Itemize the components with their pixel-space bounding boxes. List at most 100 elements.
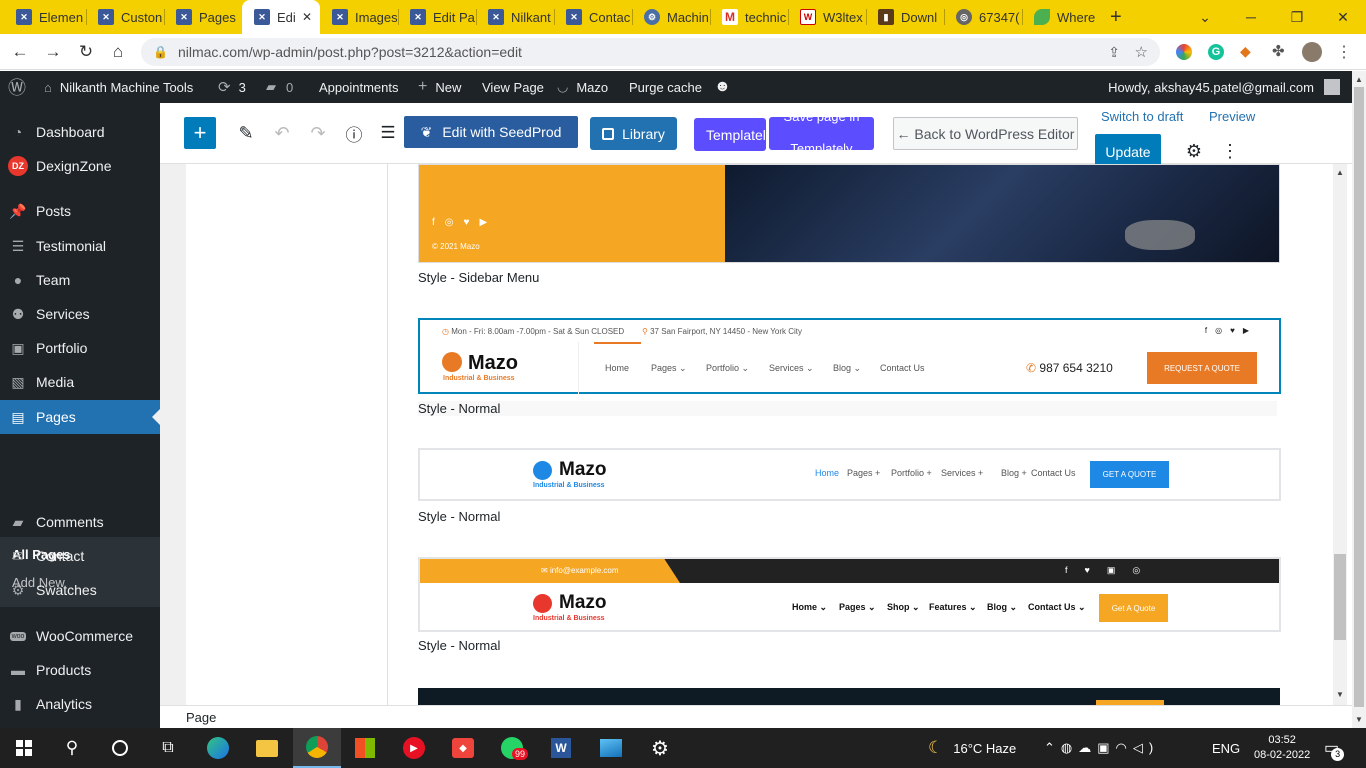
save-page-templately-button[interactable]: Save page in Templately <box>769 117 874 150</box>
share-icon[interactable]: ⇪ <box>1108 44 1120 61</box>
edit-pencil-icon[interactable]: ✎ <box>230 117 262 149</box>
header-preview-normal-3[interactable]: ✉ info@example.com f♥▣◎ Mazo Industrial … <box>418 557 1281 632</box>
scrollbar-thumb[interactable] <box>1354 87 1364 707</box>
appointments-link[interactable]: Appointments <box>319 71 399 103</box>
scrollbar-thumb[interactable] <box>1334 554 1346 640</box>
browser-tab[interactable]: Where <box>1022 0 1100 34</box>
info-icon[interactable]: ⓘ <box>338 117 370 149</box>
library-button[interactable]: Library <box>590 117 677 150</box>
anydesk-icon[interactable]: ◆ <box>439 728 487 768</box>
back-arrow-icon[interactable]: ← <box>4 34 36 70</box>
mazo-link[interactable]: ◡ Mazo <box>557 71 608 103</box>
sidebar-item-portfolio[interactable]: ▣ Portfolio <box>0 331 160 365</box>
header-preview-dark[interactable] <box>418 688 1280 705</box>
extension-color-icon[interactable] <box>1176 44 1192 60</box>
header-preview-sidebar-menu[interactable]: f◎♥▶ © 2021 Mazo <box>418 164 1280 263</box>
header-preview-normal-2[interactable]: Mazo Industrial & Business Home Pages + … <box>418 448 1281 501</box>
media-player-icon[interactable]: ▶ <box>390 728 438 768</box>
scroll-up-arrow-icon[interactable]: ▲ <box>1355 75 1363 84</box>
sidebar-item-team[interactable]: ● Team <box>0 263 160 297</box>
browser-tab[interactable]: ✕ Contac <box>554 0 632 34</box>
sidebar-item-pages[interactable]: ▤ Pages <box>0 400 160 434</box>
browser-tab[interactable]: ▮ Downl <box>866 0 944 34</box>
sidebar-item-swatches[interactable]: ⚙ Swatches <box>0 573 160 607</box>
file-explorer-icon[interactable] <box>243 728 291 768</box>
new-tab-button[interactable]: + <box>1104 0 1134 34</box>
start-windows-icon[interactable] <box>0 728 48 768</box>
close-tab-icon[interactable]: ✕ <box>302 10 312 24</box>
switch-to-draft-link[interactable]: Switch to draft <box>1101 109 1183 124</box>
search-icon[interactable]: ⚲ <box>48 728 96 768</box>
sidebar-item-dashboard[interactable]: ◔ Dashboard <box>0 115 160 149</box>
browser-tab-active[interactable]: ✕ Edi ✕ <box>242 0 320 34</box>
sidebar-item-analytics[interactable]: ▮ Analytics <box>0 687 160 721</box>
more-options-icon[interactable]: ⋮ <box>1220 139 1240 163</box>
minimize-button[interactable]: ─ <box>1228 0 1274 34</box>
settings-gear-icon[interactable]: ⚙ <box>636 728 684 768</box>
home-icon[interactable]: ⌂ <box>102 34 134 70</box>
page-scrollbar[interactable]: ▲ ▼ <box>1352 71 1366 728</box>
edit-with-seedprod-button[interactable]: ❦ Edit with SeedProd <box>404 116 578 148</box>
sidebar-item-woocommerce[interactable]: woo WooCommerce <box>0 619 160 653</box>
clock[interactable]: 03:52 08-02-2022 <box>1254 728 1310 768</box>
sidebar-item-testimonial[interactable]: ☰ Testimonial <box>0 229 160 263</box>
reload-icon[interactable]: ↻ <box>70 34 102 70</box>
sidebar-item-comments[interactable]: ▰ Comments <box>0 505 160 539</box>
editor-scrollbar[interactable]: ▲ ▼ <box>1333 164 1347 705</box>
sidebar-item-dexignzone[interactable]: DZ DexignZone <box>0 149 160 183</box>
language-indicator[interactable]: ENG <box>1212 728 1240 768</box>
cortana-circle-icon[interactable] <box>96 728 144 768</box>
comments-link[interactable]: ▰ 0 <box>266 71 293 103</box>
task-view-icon[interactable]: ⧉ <box>144 728 192 768</box>
site-name-link[interactable]: ⌂ Nilkanth Machine Tools <box>44 71 193 103</box>
browser-tab[interactable]: W W3ltex <box>788 0 866 34</box>
notification-center-icon[interactable]: ▭ 3 <box>1324 728 1352 768</box>
scroll-up-arrow-icon[interactable]: ▲ <box>1336 168 1344 177</box>
tray-icons[interactable]: ⌃ ◍ ☁ ▣ ◠ ◁) <box>1044 728 1159 768</box>
edge-browser-icon[interactable] <box>194 728 242 768</box>
howdy-account-link[interactable]: Howdy, akshay45.patel@gmail.com <box>1108 71 1314 103</box>
whatsapp-icon[interactable]: 99 <box>488 728 536 768</box>
scroll-down-arrow-icon[interactable]: ▼ <box>1355 715 1363 724</box>
close-window-button[interactable]: ✕ <box>1320 0 1366 34</box>
wordpress-logo-icon[interactable]: Ⓦ <box>8 71 26 103</box>
browser-tab[interactable]: ✕ Elemen <box>4 0 86 34</box>
smiley-icon[interactable]: ☻ <box>714 71 731 103</box>
store-icon[interactable] <box>341 728 389 768</box>
browser-tab[interactable]: ✕ Nilkant <box>476 0 554 34</box>
preview-link[interactable]: Preview <box>1209 109 1255 124</box>
new-content-link[interactable]: + New <box>418 71 461 103</box>
grammarly-icon[interactable]: G <box>1208 44 1224 60</box>
metamask-icon[interactable]: ◆ <box>1240 43 1251 60</box>
redo-icon[interactable]: ↷ <box>302 117 334 149</box>
browser-tab[interactable]: ✕ Images <box>320 0 398 34</box>
user-avatar[interactable] <box>1324 79 1340 95</box>
browser-tab[interactable]: ✕ Custon <box>86 0 164 34</box>
weather-widget[interactable]: ☾ 16°C Haze <box>928 728 1016 768</box>
profile-avatar[interactable] <box>1302 42 1322 62</box>
settings-gear-icon[interactable]: ⚙ <box>1182 139 1206 163</box>
browser-tab[interactable]: ⚙ Machin <box>632 0 710 34</box>
sidebar-item-services[interactable]: ⚉ Services <box>0 297 160 331</box>
tab-search-chevron-icon[interactable]: ⌄ <box>1182 0 1228 34</box>
view-page-link[interactable]: View Page <box>482 71 544 103</box>
updates-link[interactable]: ⟳ 3 <box>218 71 246 103</box>
browser-tab[interactable]: ✕ Pages <box>164 0 242 34</box>
address-bar[interactable]: 🔒 nilmac.com/wp-admin/post.php?post=3212… <box>141 38 1160 66</box>
photos-icon[interactable] <box>587 728 635 768</box>
browser-tab[interactable]: ◎ 67347( <box>944 0 1022 34</box>
restore-button[interactable]: ❐ <box>1274 0 1320 34</box>
sidebar-item-posts[interactable]: 📌 Posts <box>0 194 160 228</box>
word-icon[interactable]: W <box>537 728 585 768</box>
add-block-button[interactable]: + <box>184 117 216 149</box>
undo-icon[interactable]: ↶ <box>266 117 298 149</box>
browser-menu-icon[interactable]: ⋮ <box>1336 42 1352 62</box>
forward-arrow-icon[interactable]: → <box>37 34 69 70</box>
sidebar-item-contact[interactable]: ✉ Contact <box>0 539 160 573</box>
sidebar-item-products[interactable]: ▬ Products <box>0 653 160 687</box>
browser-tab[interactable]: Mtechnic <box>710 0 788 34</box>
browser-tab[interactable]: ✕ Edit Pa <box>398 0 476 34</box>
purge-cache-link[interactable]: Purge cache <box>629 71 702 103</box>
list-view-icon[interactable]: ☰ <box>372 117 404 149</box>
scroll-down-arrow-icon[interactable]: ▼ <box>1336 690 1344 699</box>
